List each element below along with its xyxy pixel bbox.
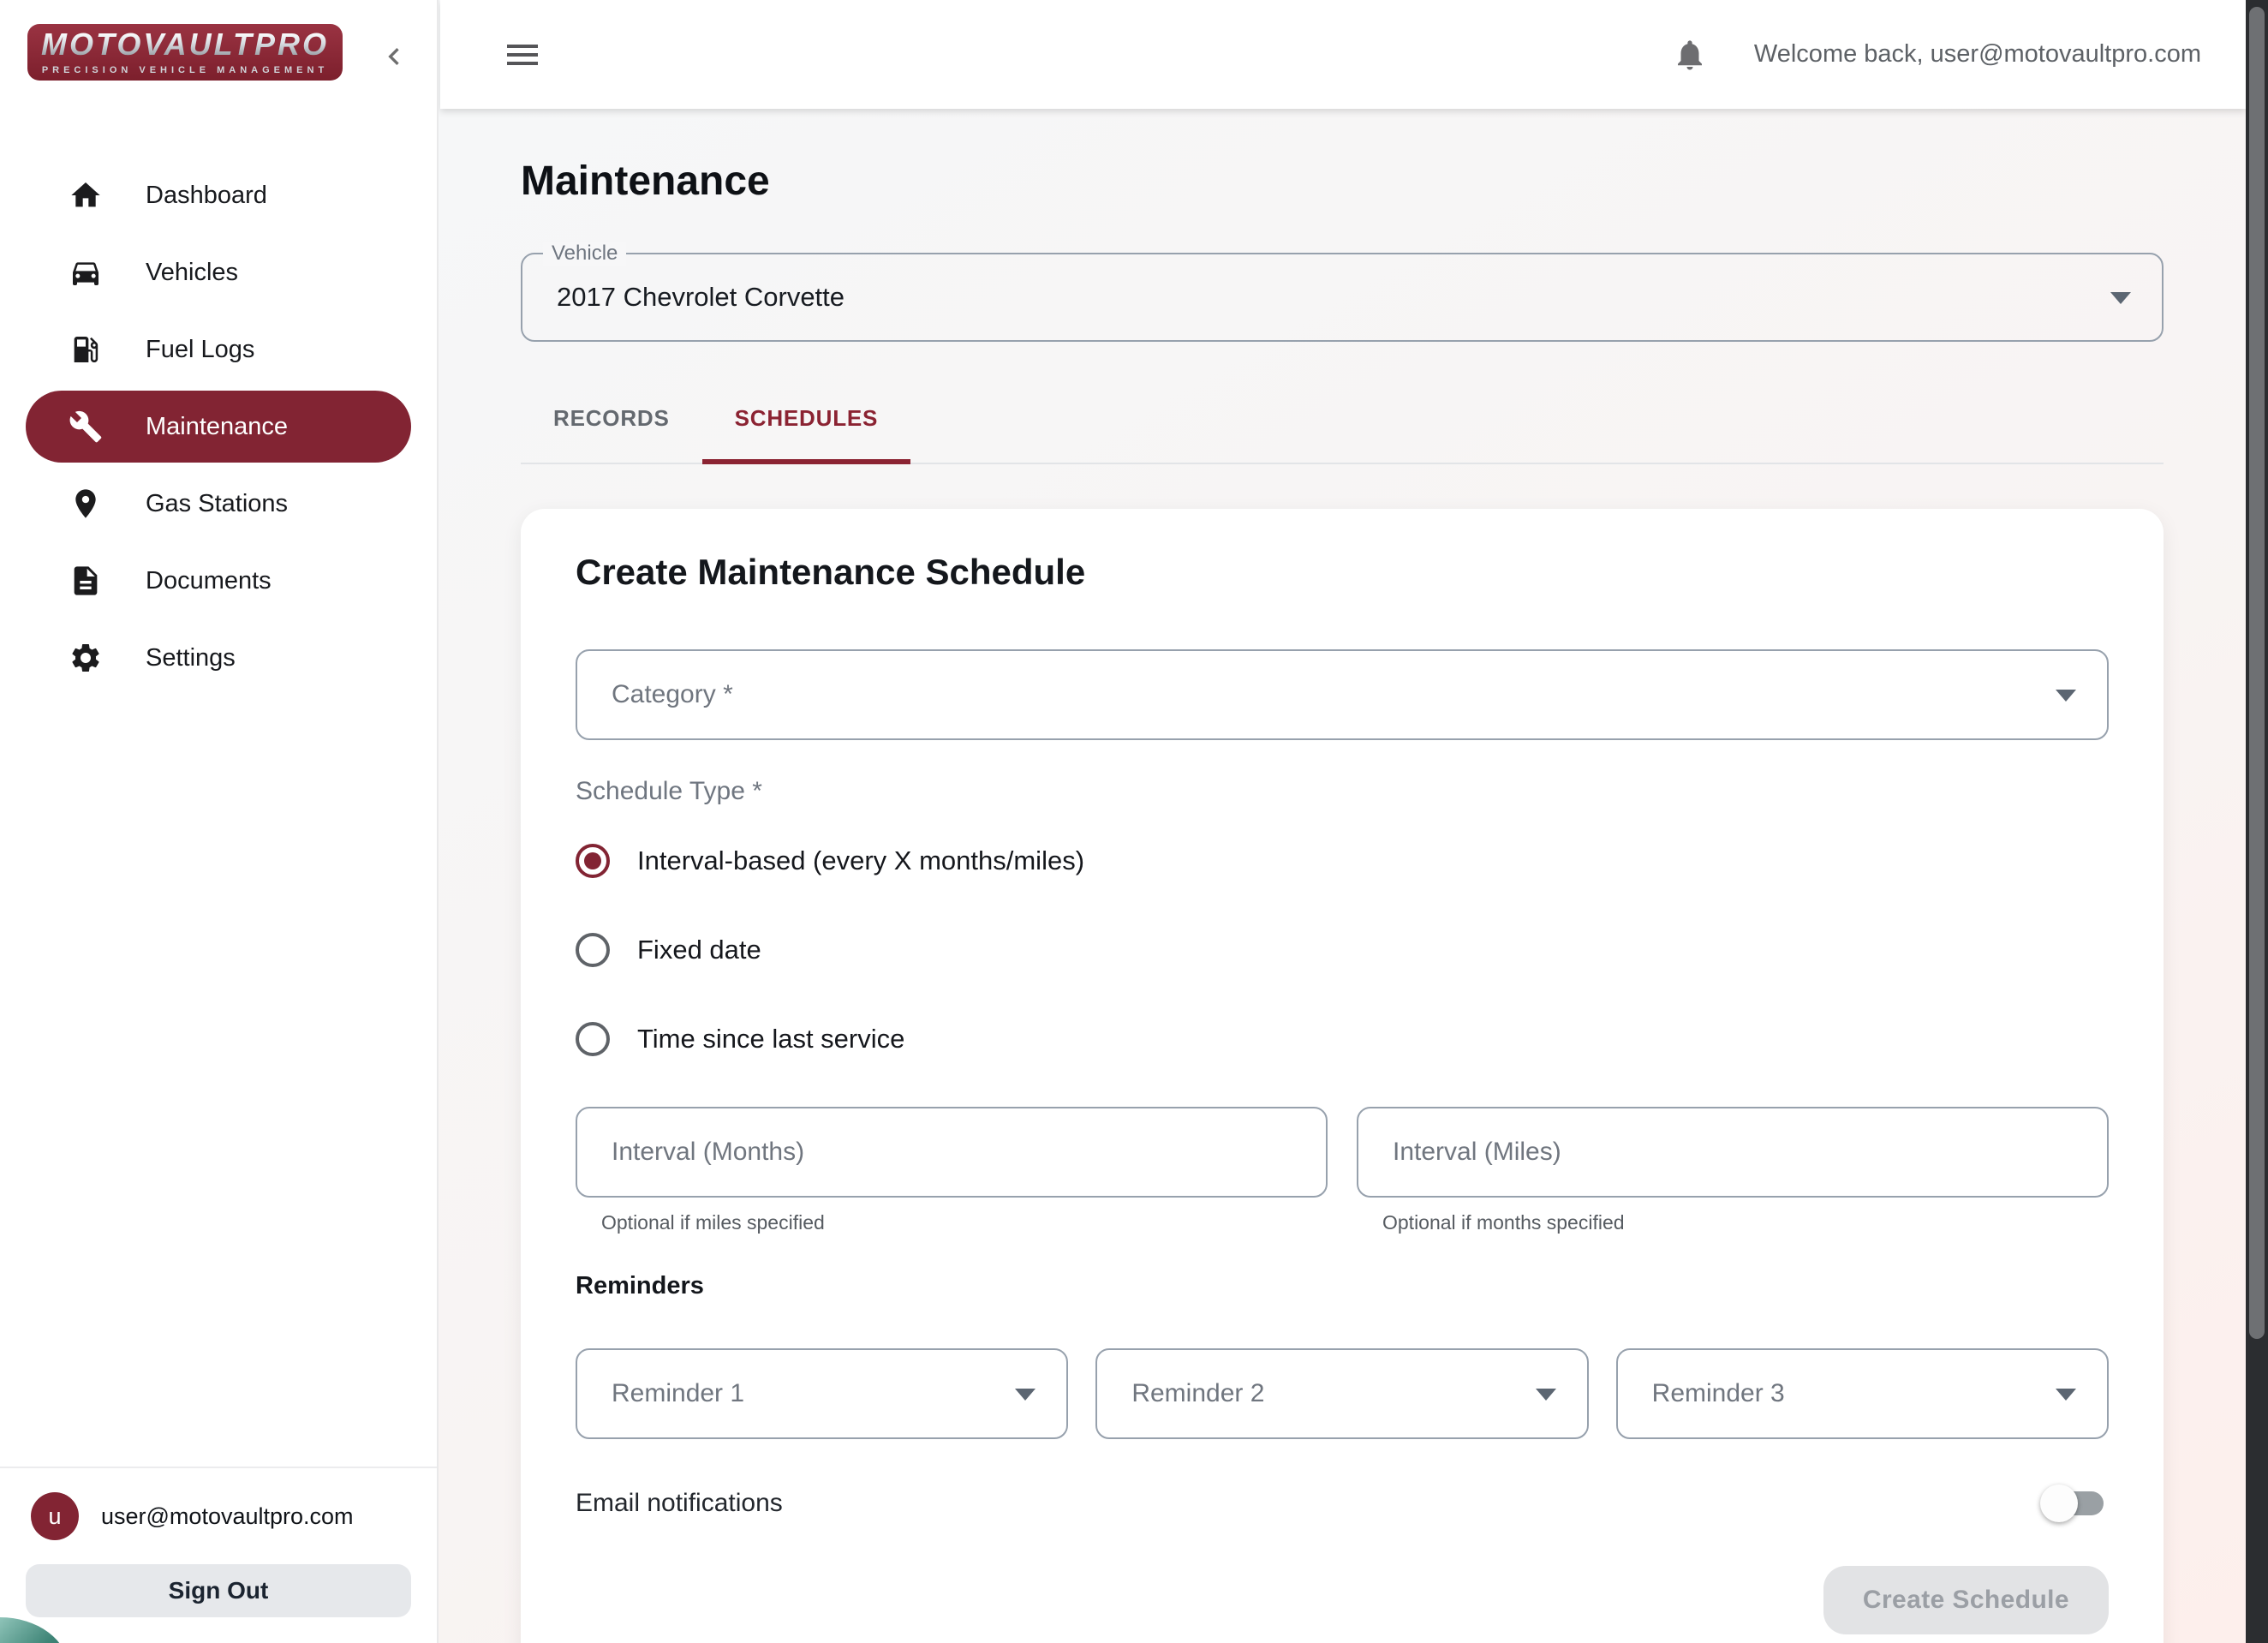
sidebar-item-label: Maintenance bbox=[146, 413, 288, 441]
sidebar-item-gas-stations[interactable]: Gas Stations bbox=[26, 468, 411, 540]
sidebar-item-label: Documents bbox=[146, 567, 272, 595]
chevron-down-icon bbox=[1015, 1389, 1036, 1401]
chevron-down-icon bbox=[1536, 1389, 1556, 1401]
create-schedule-button[interactable]: Create Schedule bbox=[1823, 1566, 2109, 1634]
interval-miles-field: Optional if months specified bbox=[1357, 1107, 2109, 1234]
sidebar: MOTOVAULTPRO PRECISION VEHICLE MANAGEMEN… bbox=[0, 0, 439, 1643]
tab-records[interactable]: RECORDS bbox=[521, 376, 702, 464]
radio-fixed-date[interactable]: Fixed date bbox=[576, 920, 2109, 980]
interval-row: Optional if miles specified Optional if … bbox=[576, 1107, 2109, 1234]
sidebar-footer: u user@motovaultpro.com Sign Out bbox=[0, 1467, 437, 1643]
fuel-pump-icon bbox=[69, 332, 103, 367]
reminders-row: Reminder 1 Reminder 2 Reminder 3 bbox=[576, 1348, 2109, 1439]
sidebar-item-fuel-logs[interactable]: Fuel Logs bbox=[26, 314, 411, 385]
radio-time-since-last-service[interactable]: Time since last service bbox=[576, 1009, 2109, 1069]
welcome-text: Welcome back, user@motovaultpro.com bbox=[1754, 40, 2201, 69]
sidebar-item-label: Fuel Logs bbox=[146, 336, 254, 364]
logo-title: MOTOVAULTPRO bbox=[41, 29, 329, 60]
radio-unselected-icon bbox=[576, 933, 610, 967]
user-email: user@motovaultpro.com bbox=[101, 1503, 354, 1530]
sidebar-item-dashboard[interactable]: Dashboard bbox=[26, 159, 411, 231]
map-pin-icon bbox=[69, 487, 103, 521]
user-row: u user@motovaultpro.com bbox=[26, 1492, 411, 1540]
reminders-label: Reminders bbox=[576, 1272, 2109, 1300]
chevron-down-icon bbox=[2056, 1389, 2076, 1401]
create-schedule-card: Create Maintenance Schedule Category * S… bbox=[521, 509, 2164, 1643]
main-content: Maintenance Vehicle 2017 Chevrolet Corve… bbox=[439, 109, 2246, 1643]
radio-label: Fixed date bbox=[637, 935, 761, 965]
reminder-3-label: Reminder 3 bbox=[1652, 1379, 1785, 1408]
toggle-thumb bbox=[2040, 1485, 2078, 1522]
interval-miles-helper: Optional if months specified bbox=[1382, 1211, 2109, 1234]
car-icon bbox=[69, 255, 103, 290]
scrollbar-thumb[interactable] bbox=[2249, 7, 2265, 1339]
avatar: u bbox=[31, 1492, 79, 1540]
reminder-1-label: Reminder 1 bbox=[612, 1379, 744, 1408]
logo-row: MOTOVAULTPRO PRECISION VEHICLE MANAGEMEN… bbox=[0, 0, 437, 81]
corner-decoration bbox=[0, 1617, 69, 1643]
document-icon bbox=[69, 564, 103, 598]
vehicle-select-label: Vehicle bbox=[543, 242, 626, 266]
vehicle-select[interactable]: Vehicle 2017 Chevrolet Corvette bbox=[521, 253, 2164, 342]
reminder-2-select[interactable]: Reminder 2 bbox=[1095, 1348, 1588, 1439]
sidebar-item-settings[interactable]: Settings bbox=[26, 622, 411, 694]
category-select-label: Category * bbox=[612, 680, 733, 709]
app-logo: MOTOVAULTPRO PRECISION VEHICLE MANAGEMEN… bbox=[27, 24, 343, 81]
sidebar-item-documents[interactable]: Documents bbox=[26, 545, 411, 617]
home-icon bbox=[69, 178, 103, 212]
hamburger-icon bbox=[502, 34, 543, 75]
radio-label: Interval-based (every X months/miles) bbox=[637, 845, 1084, 876]
sidebar-item-label: Gas Stations bbox=[146, 490, 288, 518]
tab-schedules[interactable]: SCHEDULES bbox=[702, 376, 911, 464]
scrollbar-track bbox=[2246, 0, 2268, 1643]
interval-miles-input[interactable] bbox=[1357, 1107, 2109, 1198]
radio-selected-icon bbox=[576, 844, 610, 878]
email-notifications-row: Email notifications bbox=[576, 1473, 2109, 1533]
radio-unselected-icon bbox=[576, 1022, 610, 1056]
email-notifications-toggle[interactable] bbox=[2040, 1476, 2109, 1531]
notifications-button[interactable] bbox=[1672, 37, 1708, 73]
bell-icon bbox=[1672, 37, 1708, 73]
sidebar-item-label: Settings bbox=[146, 644, 236, 672]
hamburger-menu-button[interactable] bbox=[502, 34, 543, 75]
radio-label: Time since last service bbox=[637, 1024, 904, 1055]
chevron-down-icon bbox=[2110, 292, 2131, 304]
schedule-type-label: Schedule Type * bbox=[576, 776, 2109, 807]
interval-months-input[interactable] bbox=[576, 1107, 1328, 1198]
category-select[interactable]: Category * bbox=[576, 649, 2109, 740]
vehicle-select-value: 2017 Chevrolet Corvette bbox=[557, 282, 845, 313]
gear-icon bbox=[69, 641, 103, 675]
card-title: Create Maintenance Schedule bbox=[576, 550, 2109, 594]
email-notifications-label: Email notifications bbox=[576, 1489, 783, 1518]
chevron-left-icon bbox=[377, 63, 411, 76]
reminder-1-select[interactable]: Reminder 1 bbox=[576, 1348, 1068, 1439]
sidebar-item-label: Dashboard bbox=[146, 182, 267, 210]
schedule-type-radio-group: Interval-based (every X months/miles) Fi… bbox=[576, 831, 2109, 1069]
wrench-icon bbox=[69, 409, 103, 444]
reminder-3-select[interactable]: Reminder 3 bbox=[1616, 1348, 2109, 1439]
sidebar-item-maintenance[interactable]: Maintenance bbox=[26, 391, 411, 463]
sidebar-nav: Dashboard Vehicles Fuel Logs Maintenance… bbox=[0, 154, 437, 699]
tab-bar: RECORDS SCHEDULES bbox=[521, 376, 2164, 464]
radio-interval-based[interactable]: Interval-based (every X months/miles) bbox=[576, 831, 2109, 891]
sidebar-item-label: Vehicles bbox=[146, 259, 238, 287]
top-header: Welcome back, user@motovaultpro.com bbox=[440, 0, 2246, 109]
interval-months-field: Optional if miles specified bbox=[576, 1107, 1328, 1234]
chevron-down-icon bbox=[2056, 690, 2076, 702]
interval-months-helper: Optional if miles specified bbox=[601, 1211, 1328, 1234]
page-title: Maintenance bbox=[521, 158, 2164, 205]
sidebar-item-vehicles[interactable]: Vehicles bbox=[26, 236, 411, 308]
sign-out-button[interactable]: Sign Out bbox=[26, 1564, 411, 1617]
submit-row: Create Schedule bbox=[576, 1566, 2109, 1634]
reminder-2-label: Reminder 2 bbox=[1131, 1379, 1264, 1408]
header-right: Welcome back, user@motovaultpro.com bbox=[1672, 37, 2201, 73]
sidebar-collapse-button[interactable] bbox=[377, 39, 411, 74]
logo-subtitle: PRECISION VEHICLE MANAGEMENT bbox=[42, 65, 328, 75]
